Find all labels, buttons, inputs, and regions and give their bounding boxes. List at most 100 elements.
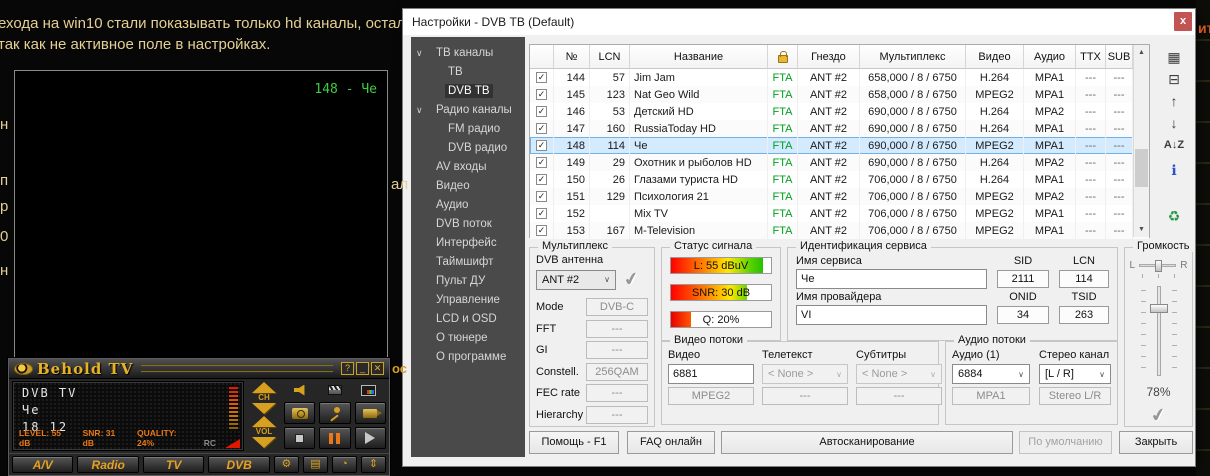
autoscan-button[interactable]: Автосканирование xyxy=(721,431,1013,454)
channel-row[interactable]: ✓14929Охотник и рыболов HDFTAANT #2690,0… xyxy=(530,154,1149,171)
audio-pid-select[interactable]: 6884 ∨ xyxy=(952,364,1030,384)
wrench-icon[interactable]: ⚙ xyxy=(274,456,299,473)
sort-az-icon[interactable]: A↓Z xyxy=(1161,137,1187,154)
refresh-list-icon[interactable]: ♻ xyxy=(1161,208,1187,225)
apply-volume-icon[interactable]: ✔ xyxy=(1149,404,1168,428)
scrollbar-thumb[interactable] xyxy=(1135,149,1148,187)
column-header-audio[interactable]: Аудио xyxy=(1024,45,1076,69)
sidebar-item[interactable]: О тюнере xyxy=(411,329,525,348)
checkbox-checked-icon[interactable]: ✓ xyxy=(536,157,547,168)
sidebar-item[interactable]: LCD и OSD xyxy=(411,310,525,329)
dialog-close-button[interactable]: x xyxy=(1174,12,1192,31)
checkbox-checked-icon[interactable]: ✓ xyxy=(536,72,547,83)
balance-slider[interactable]: L R xyxy=(1130,260,1188,271)
volume-slider[interactable] xyxy=(1137,286,1181,376)
column-header-ttx[interactable]: TTX xyxy=(1076,45,1106,69)
sidebar-item[interactable]: Пульт ДУ xyxy=(411,272,525,291)
sidebar-item[interactable]: DVB поток xyxy=(411,215,525,234)
service-name-input[interactable] xyxy=(796,269,987,289)
close-button[interactable]: Закрыть xyxy=(1119,431,1193,454)
sidebar-item[interactable]: FM радио xyxy=(411,120,525,139)
channel-row[interactable]: ✓145123Nat Geo WildFTAANT #2658,000 / 8 … xyxy=(530,86,1149,103)
sidebar-item[interactable]: AV входы xyxy=(411,158,525,177)
move-down-icon[interactable]: ↓ xyxy=(1161,115,1187,132)
provider-name-input[interactable] xyxy=(796,305,987,325)
display-icon[interactable] xyxy=(361,385,376,396)
checkbox-checked-icon[interactable]: ✓ xyxy=(536,174,547,185)
channel-row[interactable]: ✓148114ЧеFTAANT #2690,000 / 8 / 6750MPEG… xyxy=(530,137,1149,154)
pause-button[interactable] xyxy=(319,427,350,449)
sidebar-item[interactable]: ∨ТВ каналы xyxy=(411,44,525,63)
behold-minimize-button[interactable]: _ xyxy=(356,362,369,375)
column-header-sub[interactable]: SUB xyxy=(1106,45,1133,69)
sidebar-item[interactable]: Видео xyxy=(411,177,525,196)
channel-row[interactable]: ✓151129Психология 21FTAANT #2706,000 / 8… xyxy=(530,188,1149,205)
checkbox-checked-icon[interactable]: ✓ xyxy=(536,140,547,151)
chevron-down-icon[interactable]: ∨ xyxy=(416,44,423,63)
balance-thumb[interactable] xyxy=(1155,260,1162,272)
antenna-select[interactable]: ANT #2 ∨ xyxy=(536,270,616,290)
table-scrollbar[interactable]: ▲ ▼ xyxy=(1133,45,1149,237)
behold-help-button[interactable]: ? xyxy=(341,362,354,375)
volume-down-button[interactable] xyxy=(252,437,276,448)
sidebar-item[interactable]: Интерфейс xyxy=(411,234,525,253)
chevron-down-icon[interactable]: ∨ xyxy=(416,101,423,120)
mode-button[interactable]: Radio xyxy=(77,456,138,473)
list-remove-icon[interactable]: ⊟ xyxy=(1161,71,1187,88)
column-header-lcn[interactable]: LCN xyxy=(590,45,630,69)
channel-row[interactable]: ✓147160RussiaToday HDFTAANT #2690,000 / … xyxy=(530,120,1149,137)
volume-thumb[interactable] xyxy=(1150,304,1168,313)
volume-up-button[interactable] xyxy=(252,416,276,427)
stop-button[interactable] xyxy=(284,427,315,449)
mode-button[interactable]: TV xyxy=(143,456,204,473)
sidebar-item[interactable]: Таймшифт xyxy=(411,253,525,272)
filmstrip-icon[interactable]: ▤ xyxy=(303,456,328,473)
channel-row[interactable]: ✓152Mix TVFTAANT #2706,000 / 8 / 6750MPE… xyxy=(530,205,1149,222)
help-button[interactable]: Помощь - F1 xyxy=(529,431,619,454)
clapperboard-icon[interactable] xyxy=(328,385,342,395)
stereo-mode-select[interactable]: [L / R] ∨ xyxy=(1039,364,1111,384)
sidebar-item[interactable]: ТВ xyxy=(411,63,525,82)
updown-arrows-icon[interactable]: ⇕ xyxy=(361,456,386,473)
column-header-socket[interactable]: Гнездо xyxy=(798,45,860,69)
faq-online-button[interactable]: FAQ онлайн xyxy=(627,431,715,454)
balance-track[interactable] xyxy=(1139,264,1176,267)
mode-button[interactable]: A/V xyxy=(12,456,73,473)
checkbox-checked-icon[interactable]: ✓ xyxy=(536,191,547,202)
channel-row[interactable]: ✓14653Детский HDFTAANT #2690,000 / 8 / 6… xyxy=(530,103,1149,120)
snapshot-button[interactable] xyxy=(284,402,315,424)
play-button[interactable] xyxy=(355,427,386,449)
behold-close-button[interactable]: ✕ xyxy=(371,362,384,375)
record-audio-button[interactable] xyxy=(319,402,350,424)
channel-row[interactable]: ✓15026Глазами туриста HDFTAANT #2706,000… xyxy=(530,171,1149,188)
sidebar-item[interactable]: ∨Радио каналы xyxy=(411,101,525,120)
column-header-video[interactable]: Видео xyxy=(966,45,1024,69)
checkbox-checked-icon[interactable]: ✓ xyxy=(536,225,547,236)
checkbox-checked-icon[interactable]: ✓ xyxy=(536,208,547,219)
column-header-num[interactable]: № xyxy=(554,45,590,69)
dialog-titlebar[interactable]: Настройки - DVB ТВ (Default) x xyxy=(403,9,1195,35)
channel-row[interactable]: ✓153167M-TelevisionFTAANT #2706,000 / 8 … xyxy=(530,222,1149,239)
column-header-chk[interactable] xyxy=(530,45,554,69)
record-video-button[interactable] xyxy=(355,402,386,424)
channel-row[interactable]: ✓14457Jim JamFTAANT #2658,000 / 8 / 6750… xyxy=(530,69,1149,86)
sidebar-item[interactable]: Управление xyxy=(411,291,525,310)
select-all-icon[interactable]: ▦ xyxy=(1161,49,1187,66)
channel-info-icon[interactable]: ℹ xyxy=(1161,162,1187,179)
column-header-mux[interactable]: Мультиплекс xyxy=(860,45,966,69)
mode-button[interactable]: DVB xyxy=(208,456,269,473)
checkbox-checked-icon[interactable]: ✓ xyxy=(536,106,547,117)
scroll-down-icon[interactable]: ▼ xyxy=(1134,222,1149,237)
scheduler-clock-icon[interactable]: ◔ xyxy=(332,456,357,473)
encryption-column-header[interactable] xyxy=(768,45,798,69)
column-header-name[interactable]: Название xyxy=(630,45,768,69)
behold-titlebar[interactable]: Behold TV ?_✕ xyxy=(9,359,389,379)
sidebar-item[interactable]: О программе xyxy=(411,348,525,367)
sidebar-item[interactable]: DVB радио xyxy=(411,139,525,158)
volume-track[interactable] xyxy=(1157,286,1161,376)
sidebar-item[interactable]: DVB ТВ xyxy=(411,82,525,101)
move-up-icon[interactable]: ↑ xyxy=(1161,93,1187,110)
speaker-icon[interactable] xyxy=(294,385,309,396)
apply-antenna-icon[interactable]: ✔ xyxy=(622,268,641,292)
checkbox-checked-icon[interactable]: ✓ xyxy=(536,123,547,134)
